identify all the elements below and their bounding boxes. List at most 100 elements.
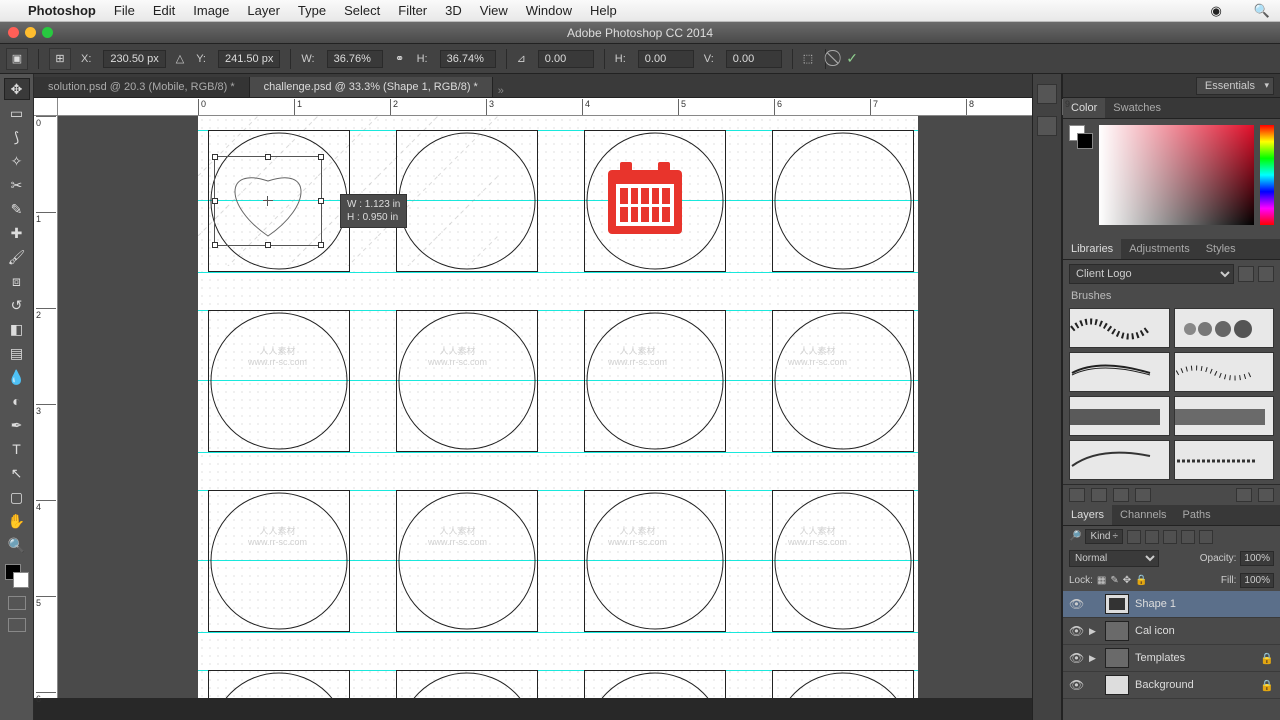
brush-preset-8[interactable]	[1174, 440, 1275, 480]
skew-v-field[interactable]: 0.00	[726, 50, 782, 68]
shape-tool[interactable]: ▢	[4, 486, 30, 508]
type-tool[interactable]: T	[4, 438, 30, 460]
menu-type[interactable]: Type	[298, 3, 326, 18]
tab-layers[interactable]: Layers	[1063, 505, 1112, 525]
layer-name[interactable]: Shape 1	[1135, 598, 1274, 610]
menu-view[interactable]: View	[480, 3, 508, 18]
lasso-tool[interactable]: ⟆	[4, 126, 30, 148]
brush-tool[interactable]: 🖌	[4, 246, 30, 268]
gradient-tool[interactable]: ▤	[4, 342, 30, 364]
layer-name[interactable]: Background	[1135, 679, 1254, 691]
layer-name[interactable]: Templates	[1135, 652, 1254, 664]
visibility-toggle[interactable]: 👁	[1069, 597, 1083, 611]
ruler-horizontal[interactable]: 0123456789	[58, 98, 1032, 116]
brush-preset-1[interactable]	[1069, 308, 1170, 348]
crop-tool[interactable]: ✂	[4, 174, 30, 196]
tab-paths[interactable]: Paths	[1175, 505, 1219, 525]
cloud-icon[interactable]: ◉	[1210, 3, 1221, 19]
healing-tool[interactable]: ✚	[4, 222, 30, 244]
lib-add-color-icon[interactable]	[1113, 488, 1129, 502]
brush-preset-7[interactable]	[1069, 440, 1170, 480]
lib-add-layer-icon[interactable]	[1135, 488, 1151, 502]
filter-type-icon[interactable]	[1163, 530, 1177, 544]
tab-libraries[interactable]: Libraries	[1063, 239, 1121, 259]
menu-file[interactable]: File	[114, 3, 135, 18]
move-tool[interactable]: ✥	[4, 78, 30, 100]
lock-all-icon[interactable]: 🔒	[1135, 575, 1147, 586]
menu-help[interactable]: Help	[590, 3, 617, 18]
library-list-view-button[interactable]	[1258, 266, 1274, 282]
brush-preset-2[interactable]	[1174, 308, 1275, 348]
canvas[interactable]: W : 1.123 in H : 0.950 in 人人素材www.rr-sc.…	[198, 116, 918, 698]
tab-adjustments[interactable]: Adjustments	[1121, 239, 1198, 259]
fill-field[interactable]: 100%	[1240, 573, 1274, 588]
pen-tool[interactable]: ✒	[4, 414, 30, 436]
menu-edit[interactable]: Edit	[153, 3, 175, 18]
visibility-toggle[interactable]: 👁	[1069, 624, 1083, 638]
visibility-toggle[interactable]: 👁	[1069, 678, 1083, 692]
blur-tool[interactable]: 💧	[4, 366, 30, 388]
layer-thumbnail[interactable]	[1105, 621, 1129, 641]
tab-solution[interactable]: solution.psd @ 20.3 (Mobile, RGB/8) *	[34, 77, 250, 97]
lock-position-icon[interactable]: ✥	[1123, 575, 1131, 586]
workspace-dropdown[interactable]: Essentials	[1196, 77, 1274, 95]
skew-h-field[interactable]: 0.00	[638, 50, 694, 68]
filter-pixel-icon[interactable]	[1127, 530, 1141, 544]
filter-adjust-icon[interactable]	[1145, 530, 1159, 544]
eraser-tool[interactable]: ◧	[4, 318, 30, 340]
layer-row[interactable]: 👁▶Cal icon	[1063, 618, 1280, 645]
brush-preset-5[interactable]	[1069, 396, 1170, 436]
menu-filter[interactable]: Filter	[398, 3, 427, 18]
layer-filter-kind[interactable]: Kind ÷	[1085, 529, 1123, 544]
layer-thumbnail[interactable]	[1105, 648, 1129, 668]
lib-add-graphic-icon[interactable]	[1069, 488, 1085, 502]
menu-select[interactable]: Select	[344, 3, 380, 18]
canvas-viewport[interactable]: www.rr-sc.com	[58, 116, 1032, 698]
tab-challenge[interactable]: challenge.psd @ 33.3% (Shape 1, RGB/8) *	[250, 77, 493, 97]
tab-channels[interactable]: Channels	[1112, 505, 1174, 525]
menu-layer[interactable]: Layer	[247, 3, 280, 18]
lib-trash-icon[interactable]	[1258, 488, 1274, 502]
delta-icon[interactable]: △	[176, 52, 184, 65]
eyedropper-tool[interactable]: ✎	[4, 198, 30, 220]
commit-transform-button[interactable]: ✓	[846, 50, 858, 66]
visibility-toggle[interactable]: 👁	[1069, 651, 1083, 665]
interpolation-icon[interactable]: ⬚	[803, 52, 813, 65]
blend-mode-dropdown[interactable]: Normal	[1069, 550, 1159, 567]
color-field[interactable]	[1099, 125, 1254, 225]
layer-row[interactable]: 👁Background🔒	[1063, 672, 1280, 699]
color-fg-bg-chip[interactable]	[1069, 125, 1093, 149]
path-select-tool[interactable]: ↖	[4, 462, 30, 484]
zoom-tool[interactable]: 🔍	[4, 534, 30, 556]
brush-preset-4[interactable]	[1174, 352, 1275, 392]
reference-point-icon[interactable]: ⊞	[49, 48, 71, 70]
lib-add-char-icon[interactable]	[1091, 488, 1107, 502]
y-field[interactable]: 241.50 px	[218, 50, 280, 68]
hue-slider[interactable]	[1260, 125, 1274, 225]
tab-styles[interactable]: Styles	[1198, 239, 1244, 259]
dodge-tool[interactable]: ◐	[4, 390, 30, 412]
layer-row[interactable]: 👁 Shape 1	[1063, 591, 1280, 618]
ruler-vertical[interactable]: 0123456	[34, 116, 58, 698]
filter-shape-icon[interactable]	[1181, 530, 1195, 544]
tab-swatches[interactable]: Swatches	[1105, 98, 1169, 118]
menu-3d[interactable]: 3D	[445, 3, 462, 18]
ruler-origin[interactable]	[34, 98, 58, 116]
color-swatches[interactable]	[5, 564, 29, 588]
brush-preset-3[interactable]	[1069, 352, 1170, 392]
menu-window[interactable]: Window	[526, 3, 572, 18]
lib-info-icon[interactable]	[1236, 488, 1252, 502]
layer-name[interactable]: Cal icon	[1135, 625, 1274, 637]
transform-tool-icon[interactable]: ▣	[6, 48, 28, 70]
layer-thumbnail[interactable]	[1105, 675, 1129, 695]
layer-row[interactable]: 👁▶Templates🔒	[1063, 645, 1280, 672]
hand-tool[interactable]: ✋	[4, 510, 30, 532]
x-field[interactable]: 230.50 px	[103, 50, 165, 68]
link-wh-icon[interactable]: ⚭	[393, 52, 407, 65]
library-grid-view-button[interactable]	[1238, 266, 1254, 282]
brush-preset-6[interactable]	[1174, 396, 1275, 436]
collapsed-panel-1[interactable]	[1037, 84, 1057, 104]
library-dropdown[interactable]: Client Logo	[1069, 264, 1234, 284]
stamp-tool[interactable]: ⧈	[4, 270, 30, 292]
menu-image[interactable]: Image	[193, 3, 229, 18]
